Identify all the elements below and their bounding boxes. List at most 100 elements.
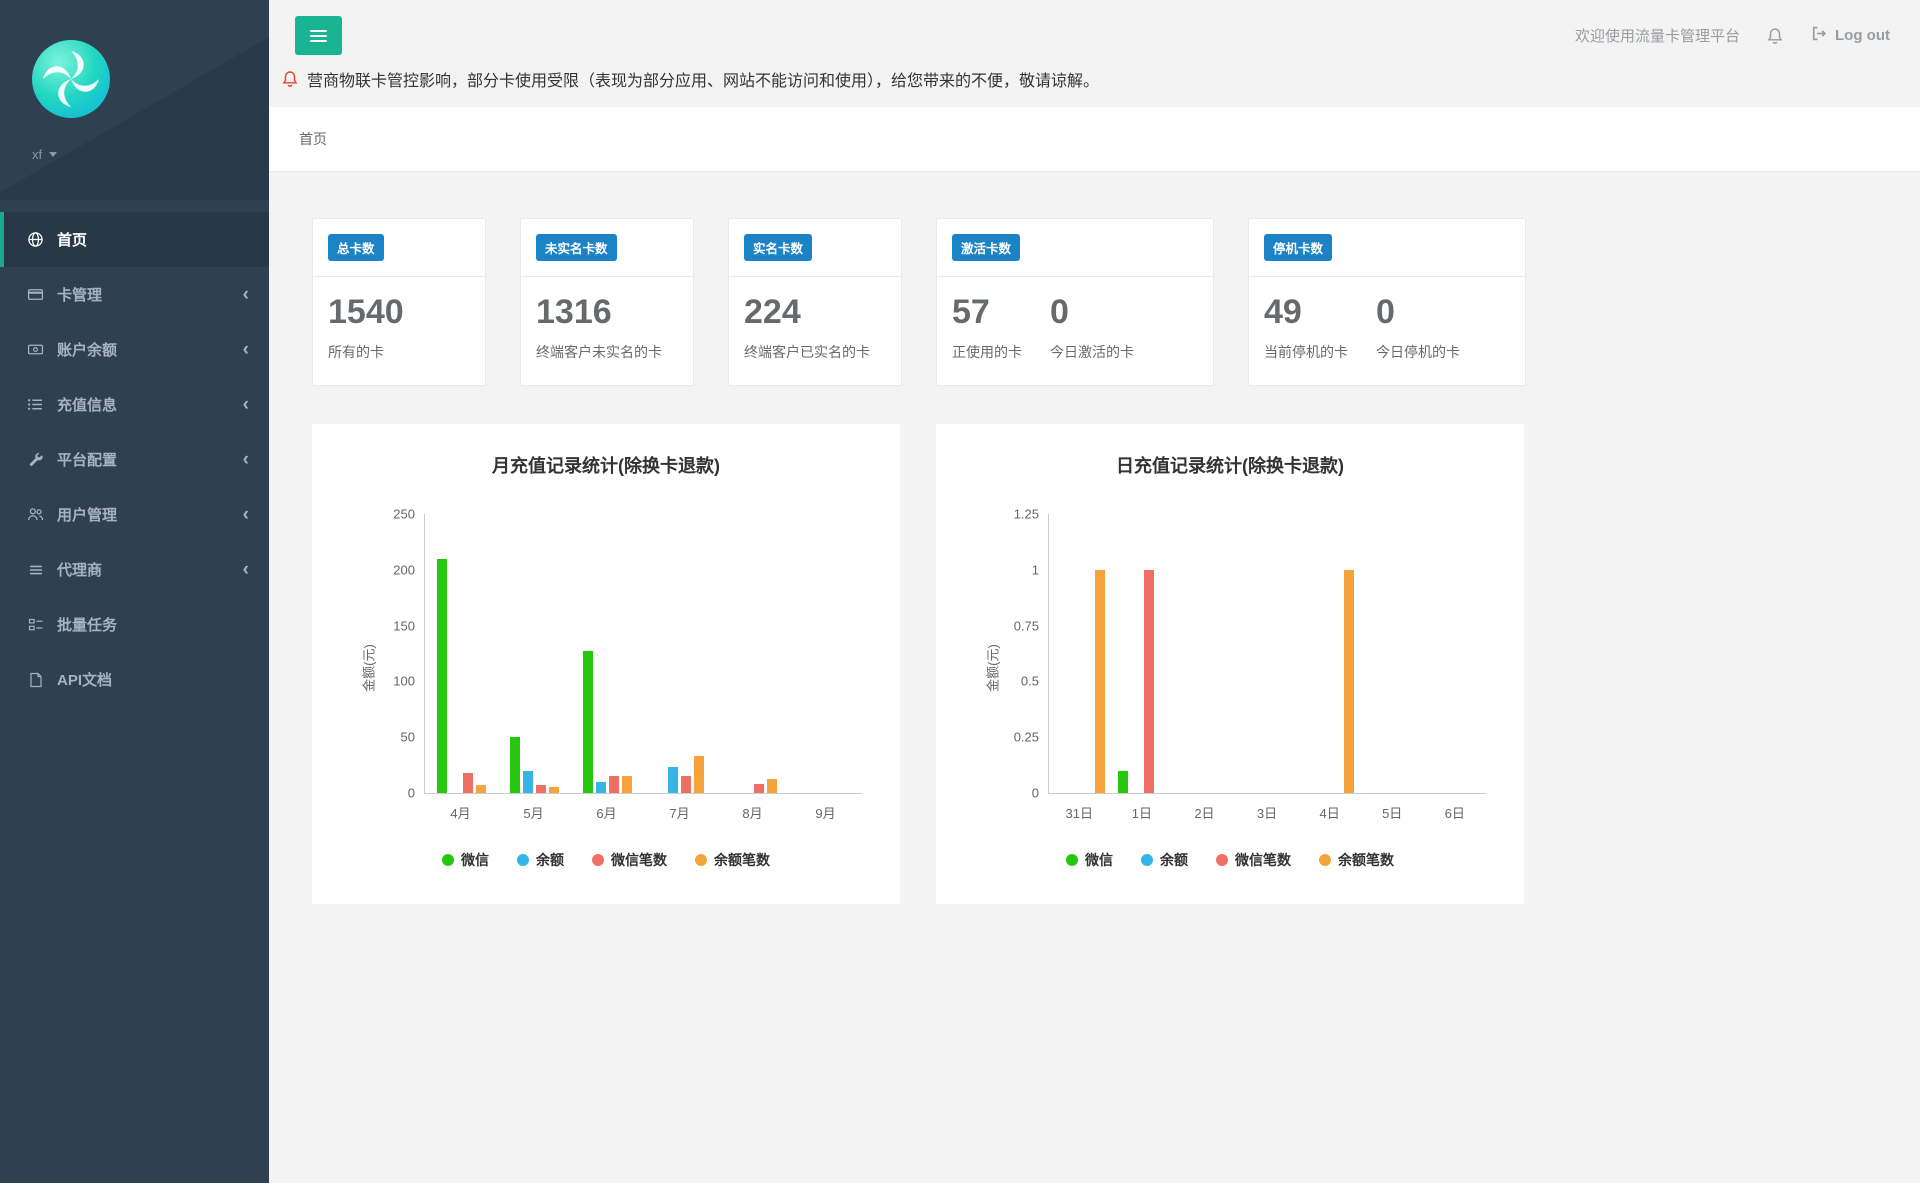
list-icon xyxy=(26,396,45,413)
stat-card-header: 总卡数 xyxy=(313,219,485,277)
legend-label: 微信 xyxy=(1085,850,1113,870)
stat-badge: 实名卡数 xyxy=(744,234,812,261)
sidebar-item-recharge-info[interactable]: 充值信息 ‹ xyxy=(0,377,269,432)
y-tick-label: 0.25 xyxy=(1014,730,1039,745)
hamburger-icon xyxy=(310,30,327,42)
legend-dot xyxy=(442,854,454,866)
file-icon xyxy=(26,672,45,688)
legend-item[interactable]: 微信 xyxy=(442,850,489,870)
sidebar-item-card-management[interactable]: 卡管理 ‹ xyxy=(0,267,269,322)
x-tick-label: 31日 xyxy=(1048,794,1111,822)
stat-badge: 停机卡数 xyxy=(1264,234,1332,261)
legend-item[interactable]: 微信笔数 xyxy=(1216,850,1291,870)
bar-group xyxy=(643,514,716,793)
daily-recharge-chart-panel: 日充值记录统计(除换卡退款) 金额(元) 00.250.50.7511.25 3… xyxy=(936,424,1524,904)
x-tick-label: 5月 xyxy=(497,794,570,822)
stat-card-body: 49 当前停机的卡 0 今日停机的卡 xyxy=(1249,277,1525,385)
sidebar-item-home[interactable]: 首页 xyxy=(0,212,269,267)
bar xyxy=(583,651,593,793)
y-tick-label: 1 xyxy=(1032,562,1039,577)
x-tick-label: 2日 xyxy=(1173,794,1236,822)
stat-label: 正使用的卡 xyxy=(952,342,1022,363)
sidebar-item-batch-tasks[interactable]: 批量任务 xyxy=(0,597,269,652)
stat-metric: 0 今日激活的卡 xyxy=(1050,293,1134,363)
bar xyxy=(523,771,533,793)
main-area: 欢迎使用流量卡管理平台 Log out xyxy=(269,0,1920,1183)
monthly-recharge-chart-panel: 月充值记录统计(除换卡退款) 金额(元) 050100150200250 4月5… xyxy=(312,424,900,904)
notifications-bell-icon[interactable] xyxy=(1766,27,1784,45)
y-tick-label: 250 xyxy=(393,507,415,522)
x-tick-label: 4日 xyxy=(1298,794,1361,822)
y-axis-title: 金额(元) xyxy=(358,644,377,692)
y-tick-label: 150 xyxy=(393,618,415,633)
stat-value: 224 xyxy=(744,293,870,332)
legend-dot xyxy=(517,854,529,866)
legend-label: 余额笔数 xyxy=(1338,850,1394,870)
breadcrumb-current[interactable]: 首页 xyxy=(299,131,327,147)
logout-button[interactable]: Log out xyxy=(1810,25,1890,46)
sidebar-item-account-balance[interactable]: 账户余额 ‹ xyxy=(0,322,269,377)
bar-group xyxy=(1049,514,1111,793)
app-logo xyxy=(32,40,269,123)
bar-group xyxy=(1299,514,1361,793)
legend-item[interactable]: 微信笔数 xyxy=(592,850,667,870)
sidebar-item-label: 账户余额 xyxy=(57,339,117,360)
chevron-left-icon: ‹ xyxy=(243,562,249,577)
notice-bar: 营商物联卡管控影响，部分卡使用受限（表现为部分应用、网站不能访问和使用），给您带… xyxy=(269,65,1920,107)
legend-item[interactable]: 余额笔数 xyxy=(1319,850,1394,870)
legend-dot xyxy=(1319,854,1331,866)
legend-item[interactable]: 余额 xyxy=(1141,850,1188,870)
bar-group xyxy=(1174,514,1236,793)
sidebar-item-user-management[interactable]: 用户管理 ‹ xyxy=(0,487,269,542)
sidebar-item-platform-config[interactable]: 平台配置 ‹ xyxy=(0,432,269,487)
username: xf xyxy=(32,147,42,162)
bar xyxy=(463,773,473,793)
x-tick-label: 1日 xyxy=(1111,794,1174,822)
alert-bell-icon xyxy=(281,70,299,88)
welcome-text: 欢迎使用流量卡管理平台 xyxy=(1575,25,1740,46)
legend-dot xyxy=(1216,854,1228,866)
stat-metric: 1540 所有的卡 xyxy=(328,293,404,363)
bar-groups xyxy=(425,514,862,793)
user-menu[interactable]: xf xyxy=(32,147,57,162)
chart-title: 月充值记录统计(除换卡退款) xyxy=(336,452,876,478)
stat-metric: 49 当前停机的卡 xyxy=(1264,293,1348,363)
bar xyxy=(549,787,559,793)
y-tick-label: 50 xyxy=(401,730,415,745)
bar xyxy=(694,756,704,793)
x-tick-label: 5日 xyxy=(1361,794,1424,822)
sidebar-item-api-docs[interactable]: API文档 xyxy=(0,652,269,707)
menu-toggle-button[interactable] xyxy=(295,16,342,55)
legend-item[interactable]: 余额笔数 xyxy=(695,850,770,870)
legend-label: 余额 xyxy=(1160,850,1188,870)
legend-item[interactable]: 微信 xyxy=(1066,850,1113,870)
legend-label: 微信笔数 xyxy=(611,850,667,870)
sidebar: xf 首页 卡管理 ‹ xyxy=(0,0,269,1183)
bar xyxy=(609,776,619,793)
bar xyxy=(1118,771,1128,793)
bar xyxy=(1095,570,1105,793)
chevron-left-icon: ‹ xyxy=(243,397,249,412)
sidebar-item-agents[interactable]: 代理商 ‹ xyxy=(0,542,269,597)
x-tick-label: 8月 xyxy=(716,794,789,822)
stat-label: 终端客户已实名的卡 xyxy=(744,342,870,363)
stat-card-unverified: 未实名卡数 1316 终端客户未实名的卡 xyxy=(520,218,694,386)
sidebar-header: xf xyxy=(0,0,269,200)
bar xyxy=(536,785,546,793)
x-tick-label: 7月 xyxy=(643,794,716,822)
credit-card-icon xyxy=(26,286,45,303)
bar-group xyxy=(425,514,498,793)
sidebar-item-label: 充值信息 xyxy=(57,394,117,415)
legend-label: 余额 xyxy=(536,850,564,870)
bar xyxy=(1144,570,1154,793)
y-tick-label: 0.75 xyxy=(1014,618,1039,633)
legend-item[interactable]: 余额 xyxy=(517,850,564,870)
stat-card-header: 未实名卡数 xyxy=(521,219,693,277)
legend-dot xyxy=(695,854,707,866)
y-tick-label: 0 xyxy=(1032,786,1039,801)
app-root: xf 首页 卡管理 ‹ xyxy=(0,0,1920,1183)
stat-label: 今日停机的卡 xyxy=(1376,342,1460,363)
x-tick-label: 3日 xyxy=(1236,794,1299,822)
stat-card-body: 1540 所有的卡 xyxy=(313,277,485,385)
y-tick-label: 100 xyxy=(393,674,415,689)
